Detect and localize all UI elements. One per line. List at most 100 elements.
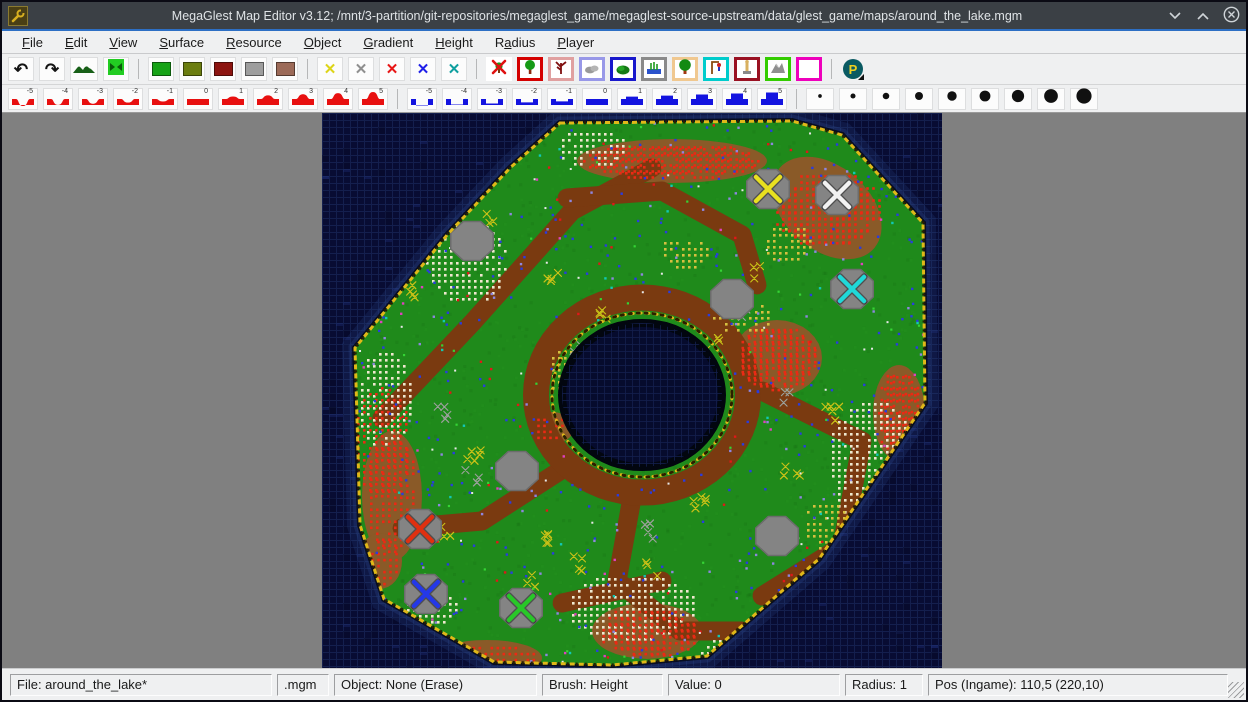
radius-6-button[interactable] [971,88,999,110]
menu-resource[interactable]: Resource [216,33,292,52]
height-brush--3[interactable]: -3 [78,88,108,110]
svg-text:5: 5 [778,88,782,95]
height-brush-2[interactable]: 2 [253,88,283,110]
resource-stone-button[interactable]: ✕ [348,57,374,81]
switch-surface-icon [108,59,124,80]
minimize-button[interactable] [1166,7,1184,25]
gradient-brush-0[interactable]: 0 [582,88,612,110]
object-bush-button[interactable] [610,57,636,81]
surface-stone-button[interactable] [241,57,267,81]
menu-surface[interactable]: Surface [149,33,214,52]
resource-custom-1-icon: ✕ [386,62,399,77]
menu-gradient[interactable]: Gradient [353,33,423,52]
object-dead-tree-button[interactable] [548,57,574,81]
height-brush-3[interactable]: 3 [288,88,318,110]
redo-button[interactable]: ↷ [39,57,65,81]
object-big-rock-button[interactable] [765,57,791,81]
height-brush--2[interactable]: -2 [113,88,143,110]
gradient--4-icon: -4 [445,86,469,111]
height-brush-4[interactable]: 4 [323,88,353,110]
gradient-brush-3[interactable]: 3 [687,88,717,110]
height-brush-1[interactable]: 1 [218,88,248,110]
height--2-icon: -2 [116,86,140,111]
object-hanged-damned-button[interactable] [703,57,729,81]
surface-grass-button[interactable] [148,57,174,81]
radius-9-button[interactable] [1070,88,1098,110]
object-statue-button[interactable] [734,57,760,81]
object-water-object-button[interactable] [641,57,667,81]
height-brush--5[interactable]: -5 [8,88,38,110]
undo-button[interactable]: ↶ [8,57,34,81]
gradient-brush-2[interactable]: 2 [652,88,682,110]
chevron-up-icon [1197,9,1209,23]
gradient-brush--3[interactable]: -3 [477,88,507,110]
gradient-brush-4[interactable]: 4 [722,88,752,110]
gradient-5-icon: 5 [760,86,784,111]
radius-7-button[interactable] [1004,88,1032,110]
height-3-icon: 3 [291,86,315,111]
gradient-brush--5[interactable]: -5 [407,88,437,110]
resource-custom-3-button[interactable]: ✕ [441,57,467,81]
object-tree-button[interactable] [517,57,543,81]
resource-custom-2-button[interactable]: ✕ [410,57,436,81]
radius-1-button[interactable] [806,88,834,110]
menu-view[interactable]: View [99,33,147,52]
menu-player[interactable]: Player [547,33,604,52]
status-bar: File: around_the_lake*.mgmObject: None (… [2,668,1246,700]
menu-radius[interactable]: Radius [485,33,545,52]
resource-gold-button[interactable]: ✕ [317,57,343,81]
svg-text:2: 2 [274,88,278,95]
menu-edit[interactable]: Edit [55,33,97,52]
map-canvas[interactable] [322,113,942,668]
status-pos: Pos (Ingame): 110,5 (220,10) [928,674,1228,696]
gradient-brush-1[interactable]: 1 [617,88,647,110]
object-water-object-icon [645,58,663,81]
switch-surface-button[interactable] [103,57,129,81]
height-4-icon: 4 [326,86,350,111]
height-brush--4[interactable]: -4 [43,88,73,110]
surface-secondary-grass-swatch [183,62,202,76]
object-erase-button[interactable] [486,57,512,81]
app-window: MegaGlest Map Editor v3.12; /mnt/3-parti… [0,0,1248,702]
resource-custom-1-button[interactable]: ✕ [379,57,405,81]
object-big-tree-button[interactable] [672,57,698,81]
editor-canvas-area [2,113,1246,668]
radius-2-button[interactable] [839,88,867,110]
object-stone-button[interactable] [579,57,605,81]
radius-4-button[interactable] [905,88,933,110]
radius-5-button[interactable] [938,88,966,110]
radius-3-button[interactable] [872,88,900,110]
window-title: MegaGlest Map Editor v3.12; /mnt/3-parti… [36,9,1158,23]
radius-8-button[interactable] [1037,88,1065,110]
menu-height[interactable]: Height [425,33,483,52]
separator [476,59,477,79]
height-brush-5[interactable]: 5 [358,88,388,110]
gradient-brush--1[interactable]: -1 [547,88,577,110]
gradient-brush-5[interactable]: 5 [757,88,787,110]
svg-text:0: 0 [603,88,607,95]
player-placement-button[interactable]: P [841,57,865,81]
height-map-button[interactable] [70,57,98,81]
radius-4-dot-icon [908,86,930,111]
svg-text:5: 5 [379,88,383,95]
height-brush-0[interactable]: 0 [183,88,213,110]
close-button[interactable] [1222,7,1240,25]
surface-ground-button[interactable] [272,57,298,81]
height--1-icon: -1 [151,86,175,111]
height-brush--1[interactable]: -1 [148,88,178,110]
resize-grip[interactable] [1228,682,1244,698]
object-hanged-damned-icon [707,58,725,81]
surface-road-button[interactable] [210,57,236,81]
resource-custom-3-icon: ✕ [448,62,461,77]
menu-file[interactable]: File [12,33,53,52]
object-tree-icon [521,58,539,81]
object-invisible-blocking-button[interactable] [796,57,822,81]
gradient-brush--4[interactable]: -4 [442,88,472,110]
gradient-0-icon: 0 [585,86,609,111]
maximize-button[interactable] [1194,7,1212,25]
object-big-tree-icon [676,58,694,81]
gradient--3-icon: -3 [480,86,504,111]
surface-secondary-grass-button[interactable] [179,57,205,81]
menu-object[interactable]: Object [294,33,352,52]
gradient-brush--2[interactable]: -2 [512,88,542,110]
